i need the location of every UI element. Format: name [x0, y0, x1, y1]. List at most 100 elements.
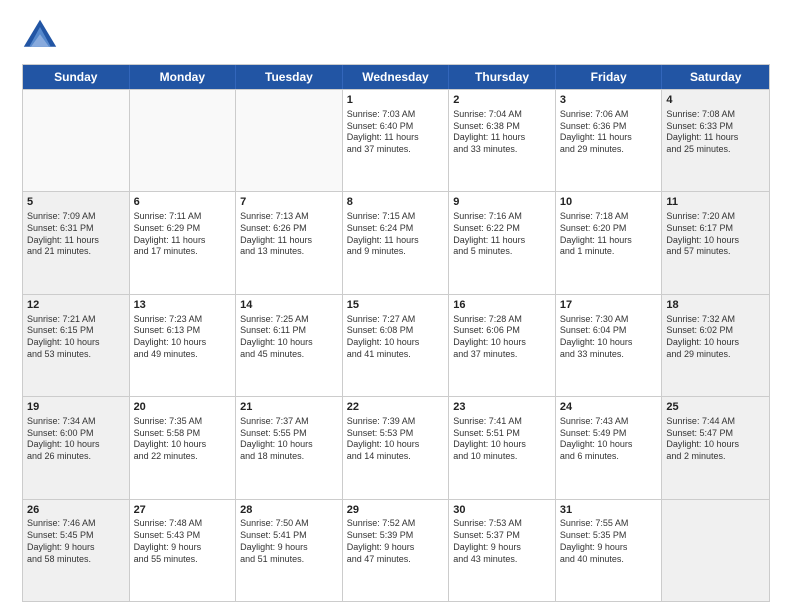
- page: SundayMondayTuesdayWednesdayThursdayFrid…: [0, 0, 792, 612]
- day-cell-26: 26Sunrise: 7:46 AM Sunset: 5:45 PM Dayli…: [23, 500, 130, 601]
- calendar: SundayMondayTuesdayWednesdayThursdayFrid…: [22, 64, 770, 602]
- empty-cell-0-1: [130, 90, 237, 191]
- day-info: Sunrise: 7:09 AM Sunset: 6:31 PM Dayligh…: [27, 211, 125, 258]
- day-number: 9: [453, 195, 551, 210]
- calendar-row-1: 5Sunrise: 7:09 AM Sunset: 6:31 PM Daylig…: [23, 191, 769, 293]
- day-number: 26: [27, 503, 125, 518]
- day-number: 31: [560, 503, 658, 518]
- day-number: 10: [560, 195, 658, 210]
- day-info: Sunrise: 7:08 AM Sunset: 6:33 PM Dayligh…: [666, 109, 765, 156]
- day-info: Sunrise: 7:34 AM Sunset: 6:00 PM Dayligh…: [27, 416, 125, 463]
- header-day-saturday: Saturday: [662, 65, 769, 89]
- day-number: 27: [134, 503, 232, 518]
- header-day-thursday: Thursday: [449, 65, 556, 89]
- day-cell-30: 30Sunrise: 7:53 AM Sunset: 5:37 PM Dayli…: [449, 500, 556, 601]
- day-info: Sunrise: 7:53 AM Sunset: 5:37 PM Dayligh…: [453, 518, 551, 565]
- day-number: 11: [666, 195, 765, 210]
- day-cell-4: 4Sunrise: 7:08 AM Sunset: 6:33 PM Daylig…: [662, 90, 769, 191]
- day-cell-28: 28Sunrise: 7:50 AM Sunset: 5:41 PM Dayli…: [236, 500, 343, 601]
- day-info: Sunrise: 7:28 AM Sunset: 6:06 PM Dayligh…: [453, 314, 551, 361]
- calendar-row-4: 26Sunrise: 7:46 AM Sunset: 5:45 PM Dayli…: [23, 499, 769, 601]
- day-info: Sunrise: 7:41 AM Sunset: 5:51 PM Dayligh…: [453, 416, 551, 463]
- day-number: 16: [453, 298, 551, 313]
- day-cell-12: 12Sunrise: 7:21 AM Sunset: 6:15 PM Dayli…: [23, 295, 130, 396]
- day-number: 15: [347, 298, 445, 313]
- day-number: 6: [134, 195, 232, 210]
- day-number: 22: [347, 400, 445, 415]
- day-cell-15: 15Sunrise: 7:27 AM Sunset: 6:08 PM Dayli…: [343, 295, 450, 396]
- day-number: 4: [666, 93, 765, 108]
- day-number: 13: [134, 298, 232, 313]
- day-info: Sunrise: 7:30 AM Sunset: 6:04 PM Dayligh…: [560, 314, 658, 361]
- day-cell-27: 27Sunrise: 7:48 AM Sunset: 5:43 PM Dayli…: [130, 500, 237, 601]
- day-number: 28: [240, 503, 338, 518]
- day-cell-23: 23Sunrise: 7:41 AM Sunset: 5:51 PM Dayli…: [449, 397, 556, 498]
- day-info: Sunrise: 7:20 AM Sunset: 6:17 PM Dayligh…: [666, 211, 765, 258]
- day-number: 30: [453, 503, 551, 518]
- empty-cell-4-6: [662, 500, 769, 601]
- header: [22, 18, 770, 54]
- day-number: 1: [347, 93, 445, 108]
- header-day-monday: Monday: [130, 65, 237, 89]
- day-info: Sunrise: 7:23 AM Sunset: 6:13 PM Dayligh…: [134, 314, 232, 361]
- day-number: 8: [347, 195, 445, 210]
- day-number: 19: [27, 400, 125, 415]
- day-number: 24: [560, 400, 658, 415]
- calendar-header: SundayMondayTuesdayWednesdayThursdayFrid…: [23, 65, 769, 89]
- empty-cell-0-0: [23, 90, 130, 191]
- day-cell-10: 10Sunrise: 7:18 AM Sunset: 6:20 PM Dayli…: [556, 192, 663, 293]
- day-info: Sunrise: 7:27 AM Sunset: 6:08 PM Dayligh…: [347, 314, 445, 361]
- day-info: Sunrise: 7:43 AM Sunset: 5:49 PM Dayligh…: [560, 416, 658, 463]
- day-cell-25: 25Sunrise: 7:44 AM Sunset: 5:47 PM Dayli…: [662, 397, 769, 498]
- header-day-wednesday: Wednesday: [343, 65, 450, 89]
- calendar-body: 1Sunrise: 7:03 AM Sunset: 6:40 PM Daylig…: [23, 89, 769, 601]
- day-info: Sunrise: 7:15 AM Sunset: 6:24 PM Dayligh…: [347, 211, 445, 258]
- empty-cell-0-2: [236, 90, 343, 191]
- day-info: Sunrise: 7:35 AM Sunset: 5:58 PM Dayligh…: [134, 416, 232, 463]
- day-info: Sunrise: 7:44 AM Sunset: 5:47 PM Dayligh…: [666, 416, 765, 463]
- day-info: Sunrise: 7:13 AM Sunset: 6:26 PM Dayligh…: [240, 211, 338, 258]
- day-info: Sunrise: 7:46 AM Sunset: 5:45 PM Dayligh…: [27, 518, 125, 565]
- calendar-row-0: 1Sunrise: 7:03 AM Sunset: 6:40 PM Daylig…: [23, 89, 769, 191]
- day-number: 29: [347, 503, 445, 518]
- day-cell-8: 8Sunrise: 7:15 AM Sunset: 6:24 PM Daylig…: [343, 192, 450, 293]
- day-info: Sunrise: 7:11 AM Sunset: 6:29 PM Dayligh…: [134, 211, 232, 258]
- day-cell-14: 14Sunrise: 7:25 AM Sunset: 6:11 PM Dayli…: [236, 295, 343, 396]
- day-cell-29: 29Sunrise: 7:52 AM Sunset: 5:39 PM Dayli…: [343, 500, 450, 601]
- day-cell-13: 13Sunrise: 7:23 AM Sunset: 6:13 PM Dayli…: [130, 295, 237, 396]
- day-info: Sunrise: 7:39 AM Sunset: 5:53 PM Dayligh…: [347, 416, 445, 463]
- day-info: Sunrise: 7:52 AM Sunset: 5:39 PM Dayligh…: [347, 518, 445, 565]
- day-info: Sunrise: 7:50 AM Sunset: 5:41 PM Dayligh…: [240, 518, 338, 565]
- day-info: Sunrise: 7:48 AM Sunset: 5:43 PM Dayligh…: [134, 518, 232, 565]
- day-info: Sunrise: 7:06 AM Sunset: 6:36 PM Dayligh…: [560, 109, 658, 156]
- calendar-row-2: 12Sunrise: 7:21 AM Sunset: 6:15 PM Dayli…: [23, 294, 769, 396]
- day-number: 3: [560, 93, 658, 108]
- day-info: Sunrise: 7:32 AM Sunset: 6:02 PM Dayligh…: [666, 314, 765, 361]
- day-info: Sunrise: 7:03 AM Sunset: 6:40 PM Dayligh…: [347, 109, 445, 156]
- day-info: Sunrise: 7:18 AM Sunset: 6:20 PM Dayligh…: [560, 211, 658, 258]
- calendar-row-3: 19Sunrise: 7:34 AM Sunset: 6:00 PM Dayli…: [23, 396, 769, 498]
- day-cell-21: 21Sunrise: 7:37 AM Sunset: 5:55 PM Dayli…: [236, 397, 343, 498]
- header-day-friday: Friday: [556, 65, 663, 89]
- logo: [22, 18, 62, 54]
- day-cell-6: 6Sunrise: 7:11 AM Sunset: 6:29 PM Daylig…: [130, 192, 237, 293]
- day-cell-11: 11Sunrise: 7:20 AM Sunset: 6:17 PM Dayli…: [662, 192, 769, 293]
- day-cell-5: 5Sunrise: 7:09 AM Sunset: 6:31 PM Daylig…: [23, 192, 130, 293]
- day-info: Sunrise: 7:04 AM Sunset: 6:38 PM Dayligh…: [453, 109, 551, 156]
- day-cell-19: 19Sunrise: 7:34 AM Sunset: 6:00 PM Dayli…: [23, 397, 130, 498]
- day-number: 25: [666, 400, 765, 415]
- day-cell-9: 9Sunrise: 7:16 AM Sunset: 6:22 PM Daylig…: [449, 192, 556, 293]
- day-cell-24: 24Sunrise: 7:43 AM Sunset: 5:49 PM Dayli…: [556, 397, 663, 498]
- day-number: 5: [27, 195, 125, 210]
- day-number: 12: [27, 298, 125, 313]
- day-number: 7: [240, 195, 338, 210]
- day-info: Sunrise: 7:21 AM Sunset: 6:15 PM Dayligh…: [27, 314, 125, 361]
- day-cell-22: 22Sunrise: 7:39 AM Sunset: 5:53 PM Dayli…: [343, 397, 450, 498]
- day-number: 17: [560, 298, 658, 313]
- day-cell-3: 3Sunrise: 7:06 AM Sunset: 6:36 PM Daylig…: [556, 90, 663, 191]
- day-cell-2: 2Sunrise: 7:04 AM Sunset: 6:38 PM Daylig…: [449, 90, 556, 191]
- day-cell-17: 17Sunrise: 7:30 AM Sunset: 6:04 PM Dayli…: [556, 295, 663, 396]
- day-number: 23: [453, 400, 551, 415]
- header-day-sunday: Sunday: [23, 65, 130, 89]
- day-cell-18: 18Sunrise: 7:32 AM Sunset: 6:02 PM Dayli…: [662, 295, 769, 396]
